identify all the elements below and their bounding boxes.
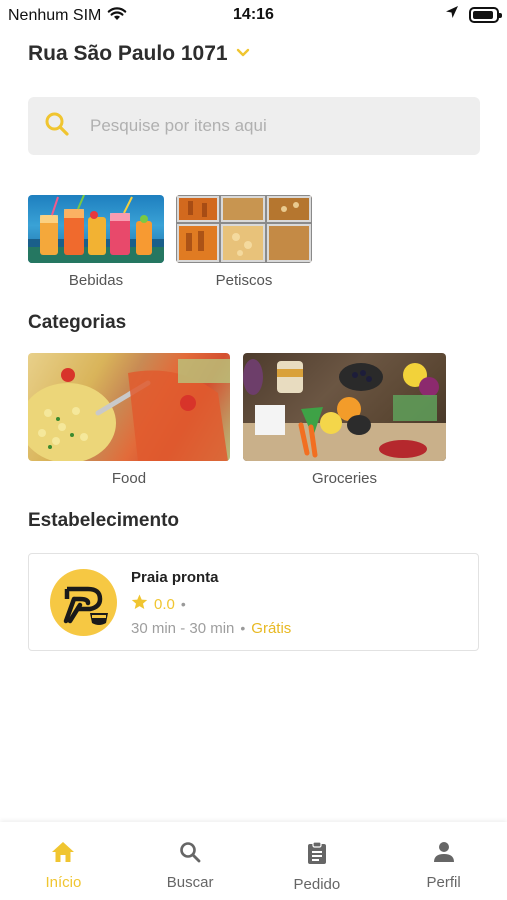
establishments-title: Estabelecimento <box>28 510 179 531</box>
home-icon <box>51 841 75 868</box>
nav-label-inicio: Início <box>45 874 82 891</box>
nav-label-perfil: Perfil <box>426 874 461 891</box>
rating-value: 0.0 <box>154 595 175 613</box>
person-icon <box>433 841 455 868</box>
star-icon <box>131 594 148 614</box>
search-icon <box>44 111 70 142</box>
nav-item-pedido[interactable]: Pedido <box>254 822 381 900</box>
search-icon <box>179 841 201 868</box>
nav-label-pedido: Pedido <box>293 876 341 893</box>
wifi-icon <box>107 6 127 26</box>
search-bar[interactable] <box>28 97 480 155</box>
store-delivery-info: 30 min - 30 min • Grátis <box>131 620 291 637</box>
nav-item-perfil[interactable]: Perfil <box>380 822 507 900</box>
separator-dot: • <box>240 620 246 636</box>
clipboard-icon <box>306 841 328 870</box>
search-input[interactable] <box>90 116 450 136</box>
category-label-groceries: Groceries <box>311 470 378 487</box>
status-bar: Nenhum SIM 14:16 <box>0 0 507 30</box>
delivery-fee: Grátis <box>251 620 292 637</box>
featured-tile-petiscos[interactable]: Petiscos <box>176 195 312 289</box>
delivery-address: Rua São Paulo 1071 <box>28 42 228 65</box>
store-rating: 0.0 • <box>131 594 186 614</box>
category-label-food: Food <box>111 470 147 487</box>
carrier-info: Nenhum SIM <box>8 6 127 26</box>
bottom-nav: Início Buscar Pedido Perfil <box>0 822 507 900</box>
featured-tile-bebidas[interactable]: Bebidas <box>28 195 164 289</box>
bebidas-image <box>28 195 164 263</box>
store-logo <box>50 569 117 636</box>
category-tile-food[interactable]: Food <box>28 353 230 487</box>
battery-icon <box>469 6 502 23</box>
featured-label-bebidas: Bebidas <box>68 272 124 289</box>
delivery-time: 30 min - 30 min <box>131 620 235 637</box>
location-arrow-icon <box>445 5 459 24</box>
food-image <box>28 353 230 461</box>
nav-item-buscar[interactable]: Buscar <box>127 822 254 900</box>
nav-label-buscar: Buscar <box>166 874 214 891</box>
petiscos-image <box>176 195 312 263</box>
chevron-down-icon <box>236 45 250 63</box>
featured-label-petiscos: Petiscos <box>215 272 273 289</box>
status-indicators <box>445 5 502 24</box>
separator-dot: • <box>180 596 186 612</box>
nav-item-inicio[interactable]: Início <box>0 822 127 900</box>
battery-fill <box>473 10 493 19</box>
store-card[interactable]: Praia pronta 0.0 • 30 min - 30 min • Grá… <box>28 553 479 651</box>
categories-title: Categorias <box>28 312 127 333</box>
groceries-image <box>243 353 446 461</box>
category-tile-groceries[interactable]: Groceries <box>243 353 446 487</box>
store-name: Praia pronta <box>131 569 219 586</box>
carrier-label: Nenhum SIM <box>8 7 102 24</box>
address-selector[interactable]: Rua São Paulo 1071 <box>28 42 250 66</box>
